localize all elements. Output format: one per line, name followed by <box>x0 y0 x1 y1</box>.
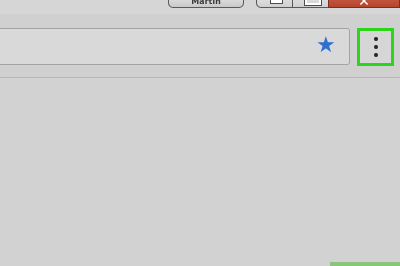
three-dots-vertical-icon-dot <box>374 45 378 49</box>
address-input[interactable] <box>7 38 307 56</box>
three-dots-vertical-icon-dot <box>374 53 378 57</box>
chrome-menu-button[interactable] <box>357 28 394 66</box>
maximize-icon <box>304 0 322 6</box>
page-content-area <box>0 78 400 266</box>
address-bar[interactable]: ★ <box>0 28 350 65</box>
maximize-button[interactable] <box>292 0 329 8</box>
close-icon: ✕ <box>358 0 370 8</box>
minimize-button[interactable] <box>256 0 293 8</box>
profile-button[interactable]: Martin <box>168 0 244 8</box>
browser-toolbar: ★ <box>0 14 400 78</box>
page-corner-element <box>330 262 400 266</box>
three-dots-vertical-icon <box>374 37 378 41</box>
minimize-icon <box>270 0 283 4</box>
close-button[interactable]: ✕ <box>328 0 400 8</box>
star-icon[interactable]: ★ <box>316 33 336 59</box>
window-title-bar: Martin ✕ <box>0 0 400 14</box>
